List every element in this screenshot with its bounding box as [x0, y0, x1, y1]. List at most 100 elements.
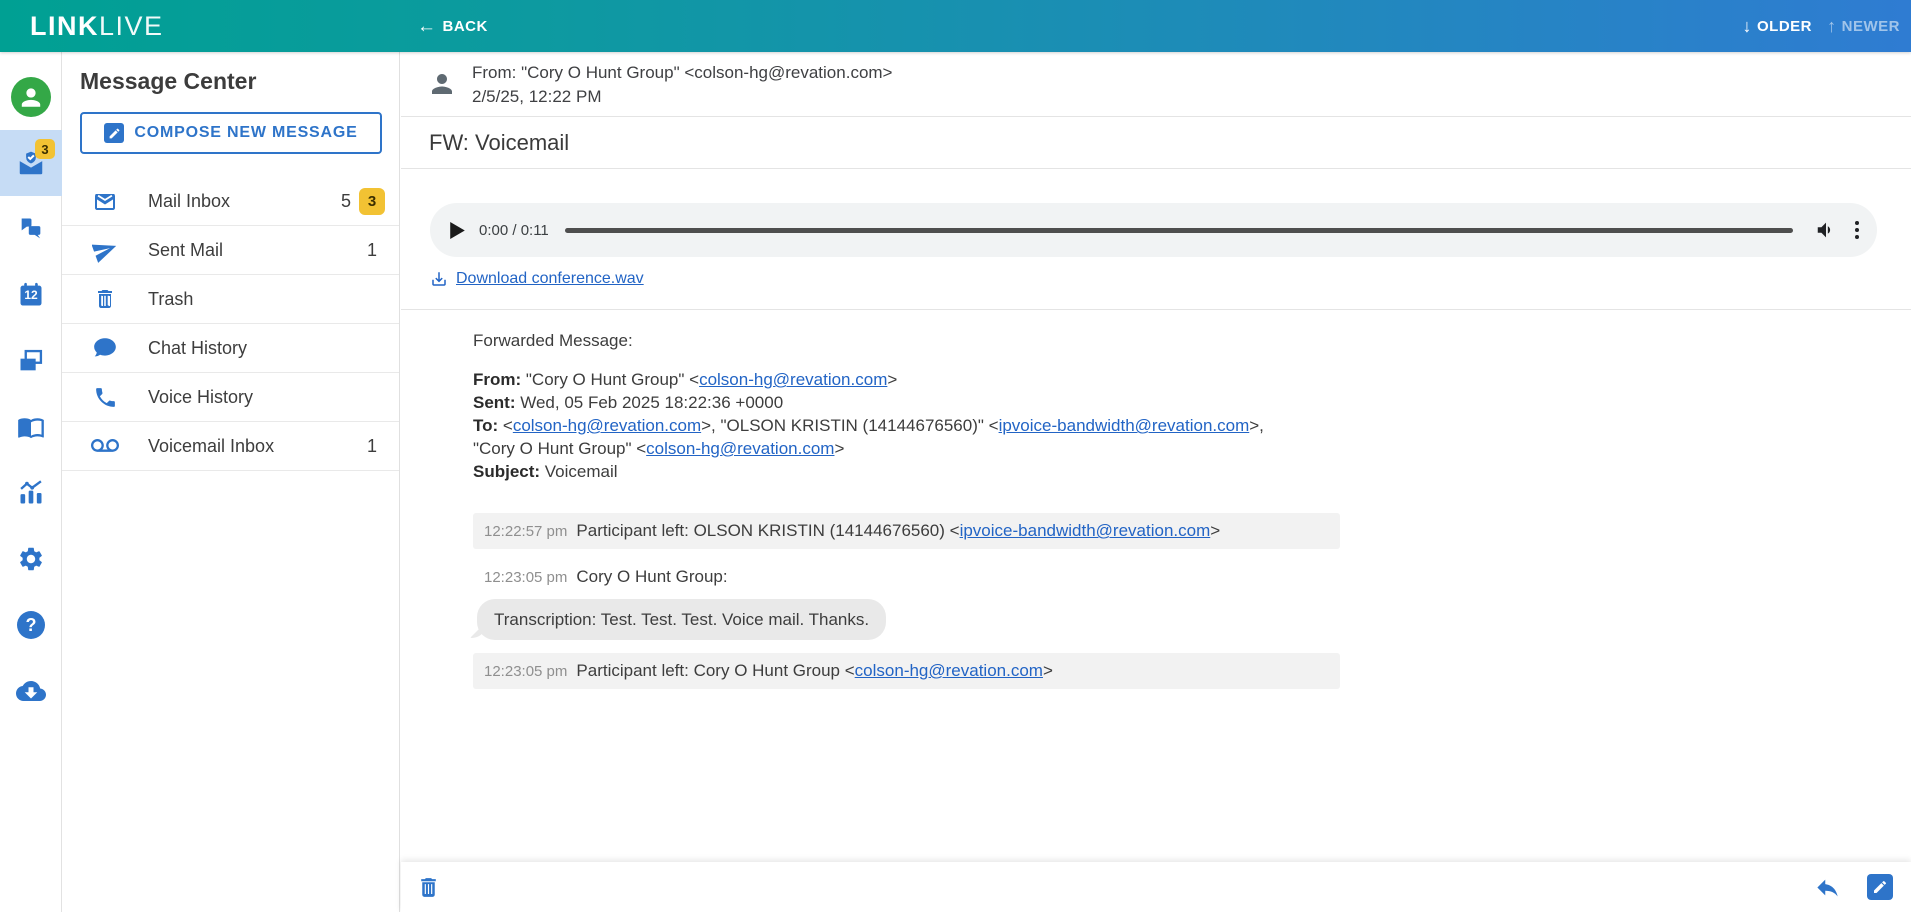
- rail-item-help[interactable]: ?: [0, 592, 62, 658]
- trash-icon: [416, 875, 441, 900]
- book-icon: [17, 413, 45, 441]
- voicemail-icon: [90, 432, 120, 460]
- folder-label: Sent Mail: [148, 240, 367, 261]
- newer-button[interactable]: ↑ NEWER: [1827, 0, 1900, 52]
- folder-voice-history[interactable]: Voice History: [62, 373, 399, 422]
- event-timestamp: 12:22:57 pm: [484, 520, 567, 543]
- newer-label: NEWER: [1842, 18, 1900, 35]
- avatar: [11, 77, 51, 117]
- audio-seekbar[interactable]: [565, 228, 1793, 233]
- email-link[interactable]: ipvoice-bandwidth@revation.com: [999, 416, 1250, 435]
- fwd-subject-line: Subject: Voicemail: [473, 460, 1308, 483]
- email-link[interactable]: colson-hg@revation.com: [855, 661, 1043, 680]
- folder-unread-badge: 3: [359, 188, 385, 215]
- message-view: From: "Cory O Hunt Group" <colson-hg@rev…: [401, 52, 1911, 912]
- mail-icon: [90, 189, 120, 213]
- analytics-icon: [17, 479, 45, 507]
- nav-rail: 3 12: [0, 52, 62, 912]
- audio-menu-icon[interactable]: [1851, 217, 1863, 243]
- fwd-to-line: To: <colson-hg@revation.com>, "OLSON KRI…: [473, 414, 1308, 460]
- audio-section: 0:00 / 0:11 Download conference.wav: [401, 169, 1911, 310]
- folder-count: 1: [367, 436, 377, 457]
- calendar-icon: 12: [17, 281, 45, 309]
- folder-sent-mail[interactable]: Sent Mail 1: [62, 226, 399, 275]
- rail-item-profile[interactable]: [0, 64, 62, 130]
- back-label: BACK: [443, 18, 488, 35]
- event-timestamp: 12:23:05 pm: [484, 566, 567, 589]
- event-text: Cory O Hunt Group:: [576, 565, 727, 588]
- reply-icon: [1814, 874, 1841, 901]
- date-line: 2/5/25, 12:22 PM: [472, 85, 892, 109]
- event-participant-left: 12:23:05 pm Participant left: Cory O Hun…: [473, 653, 1340, 689]
- rail-item-analytics[interactable]: [0, 460, 62, 526]
- compose-button[interactable]: [1867, 874, 1893, 900]
- rail-item-chats[interactable]: [0, 196, 62, 262]
- folder-list: Mail Inbox 5 3 Sent Mail 1 Trash Chat Hi…: [62, 177, 399, 471]
- rail-item-library[interactable]: [0, 394, 62, 460]
- arrow-up-icon: ↑: [1827, 17, 1837, 35]
- email-link[interactable]: colson-hg@revation.com: [699, 370, 887, 389]
- folder-label: Voice History: [148, 387, 377, 408]
- back-arrow-icon: ←: [417, 17, 437, 36]
- forwarded-header: From: "Cory O Hunt Group" <colson-hg@rev…: [473, 368, 1308, 483]
- forwarded-label: Forwarded Message:: [473, 329, 1871, 352]
- message-toolbar: [401, 862, 1911, 912]
- gear-icon: [17, 545, 45, 573]
- toolbar-right-actions: [1814, 874, 1893, 901]
- person-icon: [18, 84, 44, 110]
- rail-item-message-center[interactable]: 3: [0, 130, 62, 196]
- back-button[interactable]: ← BACK: [417, 0, 488, 52]
- play-icon[interactable]: [450, 222, 465, 239]
- event-participant-left: 12:22:57 pm Participant left: OLSON KRIS…: [473, 513, 1340, 549]
- sender-person-icon: [427, 69, 457, 99]
- folder-mail-inbox[interactable]: Mail Inbox 5 3: [62, 177, 399, 226]
- download-row: Download conference.wav: [430, 270, 1877, 288]
- panel-title: Message Center: [62, 52, 399, 95]
- reply-button[interactable]: [1814, 874, 1841, 901]
- cloud-download-icon: [16, 678, 46, 704]
- linklive-logo: LINKLIVE: [30, 11, 164, 42]
- compose-icon: [1867, 874, 1893, 900]
- message-subject: FW: Voicemail: [401, 117, 1911, 169]
- folder-voicemail-inbox[interactable]: Voicemail Inbox 1: [62, 422, 399, 471]
- email-link[interactable]: colson-hg@revation.com: [513, 416, 701, 435]
- windows-icon: [17, 347, 45, 375]
- folder-label: Chat History: [148, 338, 377, 359]
- folder-chat-history[interactable]: Chat History: [62, 324, 399, 373]
- folder-trash[interactable]: Trash: [62, 275, 399, 324]
- fwd-from-line: From: "Cory O Hunt Group" <colson-hg@rev…: [473, 368, 1308, 391]
- from-block: From: "Cory O Hunt Group" <colson-hg@rev…: [472, 61, 892, 109]
- rail-item-downloads[interactable]: [0, 658, 62, 724]
- older-button[interactable]: ↓ OLDER: [1743, 0, 1813, 52]
- app-header: LINKLIVE ← BACK ↓ OLDER ↑ NEWER: [0, 0, 1911, 52]
- chat-icon: [90, 335, 120, 361]
- download-conference-link[interactable]: Download conference.wav: [456, 270, 644, 288]
- compose-new-message-button[interactable]: COMPOSE NEW MESSAGE: [80, 112, 382, 154]
- message-center-panel: Message Center COMPOSE NEW MESSAGE Mail …: [62, 52, 400, 912]
- delete-message-button[interactable]: [416, 875, 441, 900]
- rail-item-calendar[interactable]: 12: [0, 262, 62, 328]
- send-icon: [90, 237, 120, 263]
- event-text: Participant left: OLSON KRISTIN (1414467…: [576, 519, 1220, 542]
- audio-player[interactable]: 0:00 / 0:11: [430, 203, 1877, 257]
- folder-label: Mail Inbox: [148, 191, 341, 212]
- folder-count: 1: [367, 240, 377, 261]
- email-link[interactable]: colson-hg@revation.com: [646, 439, 834, 458]
- event-speaker: 12:23:05 pm Cory O Hunt Group:: [473, 565, 1871, 589]
- folder-count: 5: [341, 191, 351, 212]
- message-body: Forwarded Message: From: "Cory O Hunt Gr…: [401, 310, 1911, 689]
- folder-label: Voicemail Inbox: [148, 436, 367, 457]
- download-icon: [430, 270, 448, 288]
- from-line: From: "Cory O Hunt Group" <colson-hg@rev…: [472, 61, 892, 85]
- arrow-down-icon: ↓: [1743, 17, 1753, 35]
- compose-label: COMPOSE NEW MESSAGE: [134, 124, 357, 142]
- rail-item-screens[interactable]: [0, 328, 62, 394]
- rail-item-settings[interactable]: [0, 526, 62, 592]
- calendar-day: 12: [17, 288, 45, 302]
- transcription-text: Transcription: Test. Test. Test. Voice m…: [494, 610, 869, 629]
- email-link[interactable]: ipvoice-bandwidth@revation.com: [960, 521, 1211, 540]
- fwd-sent-line: Sent: Wed, 05 Feb 2025 18:22:36 +0000: [473, 391, 1308, 414]
- volume-icon[interactable]: [1815, 219, 1837, 241]
- message-header: From: "Cory O Hunt Group" <colson-hg@rev…: [401, 52, 1911, 117]
- help-icon: ?: [17, 611, 45, 639]
